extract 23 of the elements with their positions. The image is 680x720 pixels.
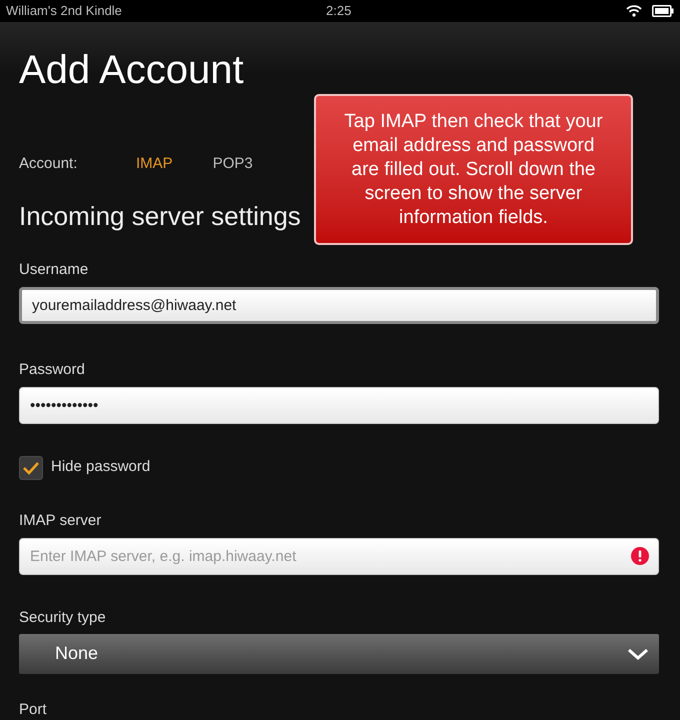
device-name: William's 2nd Kindle	[6, 2, 122, 20]
instruction-callout: Tap IMAP then check that your email address and password are filled out. Scroll down the screen to show the server information fields.	[314, 94, 633, 245]
chevron-down-icon	[627, 648, 649, 660]
input-field[interactable]: Enter IMAP server, e.g. imap.hiwaay.net	[19, 538, 659, 574]
section-title: Incoming server settings	[19, 200, 301, 232]
input-field[interactable]: youremailaddress@hiwaay.net	[19, 286, 659, 324]
checkbox[interactable]	[19, 456, 43, 480]
account-type-tab[interactable]: POP3	[212, 153, 253, 176]
field-label: Security type	[19, 608, 107, 628]
field-label: Password	[19, 360, 86, 380]
checkbox-label: Hide password	[51, 457, 150, 478]
input-field[interactable]: •••••••••••••	[19, 386, 659, 424]
field-label: Port	[19, 700, 47, 718]
security-type-dropdown[interactable]: None	[19, 634, 659, 674]
page-title: Add Account	[19, 50, 245, 90]
account-label: Account:	[19, 154, 78, 174]
battery-icon	[652, 5, 674, 17]
wifi-icon	[626, 5, 642, 17]
checkmark-icon	[22, 460, 40, 474]
field-label: Username	[19, 260, 90, 280]
account-type-tab[interactable]: IMAP	[136, 153, 173, 176]
field-label: IMAP server	[19, 510, 102, 530]
clock: 2:25	[326, 2, 352, 20]
